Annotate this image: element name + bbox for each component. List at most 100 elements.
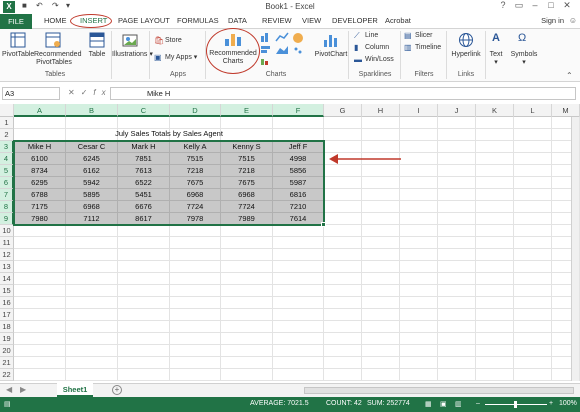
row-header-19[interactable]: 19 <box>0 333 14 345</box>
grid-cell[interactable] <box>400 189 438 201</box>
grid-cell[interactable] <box>221 321 273 333</box>
row-header-17[interactable]: 17 <box>0 309 14 321</box>
column-header-l[interactable]: L <box>514 104 552 117</box>
grid-cell[interactable] <box>514 177 552 189</box>
grid-cell[interactable] <box>476 249 514 261</box>
grid-cell[interactable] <box>514 357 552 369</box>
grid-cell[interactable] <box>221 369 273 381</box>
grid-cell[interactable] <box>400 237 438 249</box>
grid-cell[interactable] <box>170 117 221 129</box>
grid-cell[interactable] <box>476 345 514 357</box>
grid-cell[interactable] <box>400 357 438 369</box>
prev-sheet-icon[interactable]: ◀ <box>6 385 12 394</box>
grid-cell[interactable] <box>118 117 170 129</box>
grid-cell[interactable] <box>14 333 66 345</box>
grid-cell[interactable] <box>400 225 438 237</box>
pivotchart-button[interactable]: PivotChart <box>312 51 350 59</box>
grid-cell[interactable] <box>514 297 552 309</box>
grid-cell[interactable] <box>514 285 552 297</box>
grid-cell[interactable] <box>362 357 400 369</box>
grid-cell[interactable] <box>438 321 476 333</box>
grid-cell[interactable] <box>66 357 118 369</box>
grid-cell[interactable] <box>170 237 221 249</box>
line-sparkline-button[interactable]: Line <box>365 32 378 40</box>
column-header-d[interactable]: D <box>170 104 221 117</box>
grid-cell[interactable] <box>118 357 170 369</box>
illustrations-button[interactable]: Illustrations ▾ <box>112 51 153 59</box>
grid-cell[interactable] <box>476 369 514 381</box>
grid-cell[interactable] <box>118 369 170 381</box>
tab-review[interactable]: REVIEW <box>262 16 292 25</box>
grid-cell[interactable] <box>476 117 514 129</box>
grid-cell[interactable] <box>324 345 362 357</box>
grid-cell[interactable] <box>514 321 552 333</box>
grid-cell[interactable] <box>362 177 400 189</box>
grid-cell[interactable] <box>221 357 273 369</box>
grid-cell[interactable] <box>170 321 221 333</box>
tab-developer[interactable]: DEVELOPER <box>332 16 378 25</box>
grid-cell[interactable] <box>438 249 476 261</box>
grid-cell[interactable] <box>438 297 476 309</box>
add-sheet-icon[interactable]: + <box>112 385 122 395</box>
grid-cell[interactable] <box>514 345 552 357</box>
grid-cell[interactable] <box>362 369 400 381</box>
grid-cell[interactable] <box>514 309 552 321</box>
grid-cell[interactable] <box>14 297 66 309</box>
row-header-4[interactable]: 4 <box>0 153 14 165</box>
page-break-view-icon[interactable]: ▥ <box>455 400 462 408</box>
grid-cell[interactable] <box>170 273 221 285</box>
grid-cell[interactable] <box>221 225 273 237</box>
pivottable-button[interactable]: PivotTable <box>2 51 34 59</box>
grid-cell[interactable] <box>118 261 170 273</box>
grid-cell[interactable] <box>438 333 476 345</box>
grid-cell[interactable] <box>170 333 221 345</box>
grid-cell[interactable] <box>170 345 221 357</box>
grid-cell[interactable] <box>438 117 476 129</box>
grid-cell[interactable] <box>476 141 514 153</box>
sign-in-link[interactable]: Sign in <box>541 16 564 25</box>
grid-cell[interactable] <box>476 237 514 249</box>
tab-data[interactable]: DATA <box>228 16 247 25</box>
row-header-11[interactable]: 11 <box>0 237 14 249</box>
grid-cell[interactable] <box>362 237 400 249</box>
grid-cell[interactable] <box>362 117 400 129</box>
grid-cell[interactable] <box>438 165 476 177</box>
grid-cell[interactable] <box>514 237 552 249</box>
grid-cell[interactable] <box>476 129 514 141</box>
grid-cell[interactable] <box>400 285 438 297</box>
fill-handle[interactable] <box>321 222 326 227</box>
column-header-h[interactable]: H <box>362 104 400 117</box>
column-sparkline-button[interactable]: Column <box>365 44 389 52</box>
column-header-c[interactable]: C <box>118 104 170 117</box>
worksheet-grid[interactable]: A B C D E F G H I J K L M 1 2 3 4 5 6 7 8 9 10 11 12 13 14 15 16 17 18… <box>0 104 580 383</box>
grid-cell[interactable] <box>118 309 170 321</box>
grid-cell[interactable] <box>66 117 118 129</box>
grid-cell[interactable] <box>514 369 552 381</box>
grid-cell[interactable] <box>400 249 438 261</box>
grid-cell[interactable] <box>324 213 362 225</box>
grid-cell[interactable] <box>514 129 552 141</box>
grid-cell[interactable] <box>14 357 66 369</box>
row-header-21[interactable]: 21 <box>0 357 14 369</box>
grid-cell[interactable] <box>476 189 514 201</box>
grid-cell[interactable] <box>118 297 170 309</box>
grid-cell[interactable] <box>170 369 221 381</box>
maximize-icon[interactable]: □ <box>545 0 557 10</box>
sheet-tab-sheet1[interactable]: Sheet1 <box>57 383 93 397</box>
table-button[interactable]: Table <box>84 51 110 59</box>
grid-cell[interactable] <box>118 237 170 249</box>
column-header-e[interactable]: E <box>221 104 273 117</box>
grid-cell[interactable] <box>324 369 362 381</box>
grid-cell[interactable] <box>362 345 400 357</box>
grid-cell[interactable] <box>66 285 118 297</box>
grid-cell[interactable] <box>400 309 438 321</box>
row-header-16[interactable]: 16 <box>0 297 14 309</box>
formula-bar-icons[interactable]: ✕✓fx <box>68 88 112 97</box>
grid-cell[interactable] <box>438 177 476 189</box>
tab-file[interactable]: FILE <box>0 14 32 29</box>
tab-page-layout[interactable]: PAGE LAYOUT <box>118 16 170 25</box>
grid-cell[interactable] <box>438 189 476 201</box>
name-box[interactable]: A3 <box>2 87 60 100</box>
grid-cell[interactable] <box>438 237 476 249</box>
grid-cell[interactable] <box>324 261 362 273</box>
